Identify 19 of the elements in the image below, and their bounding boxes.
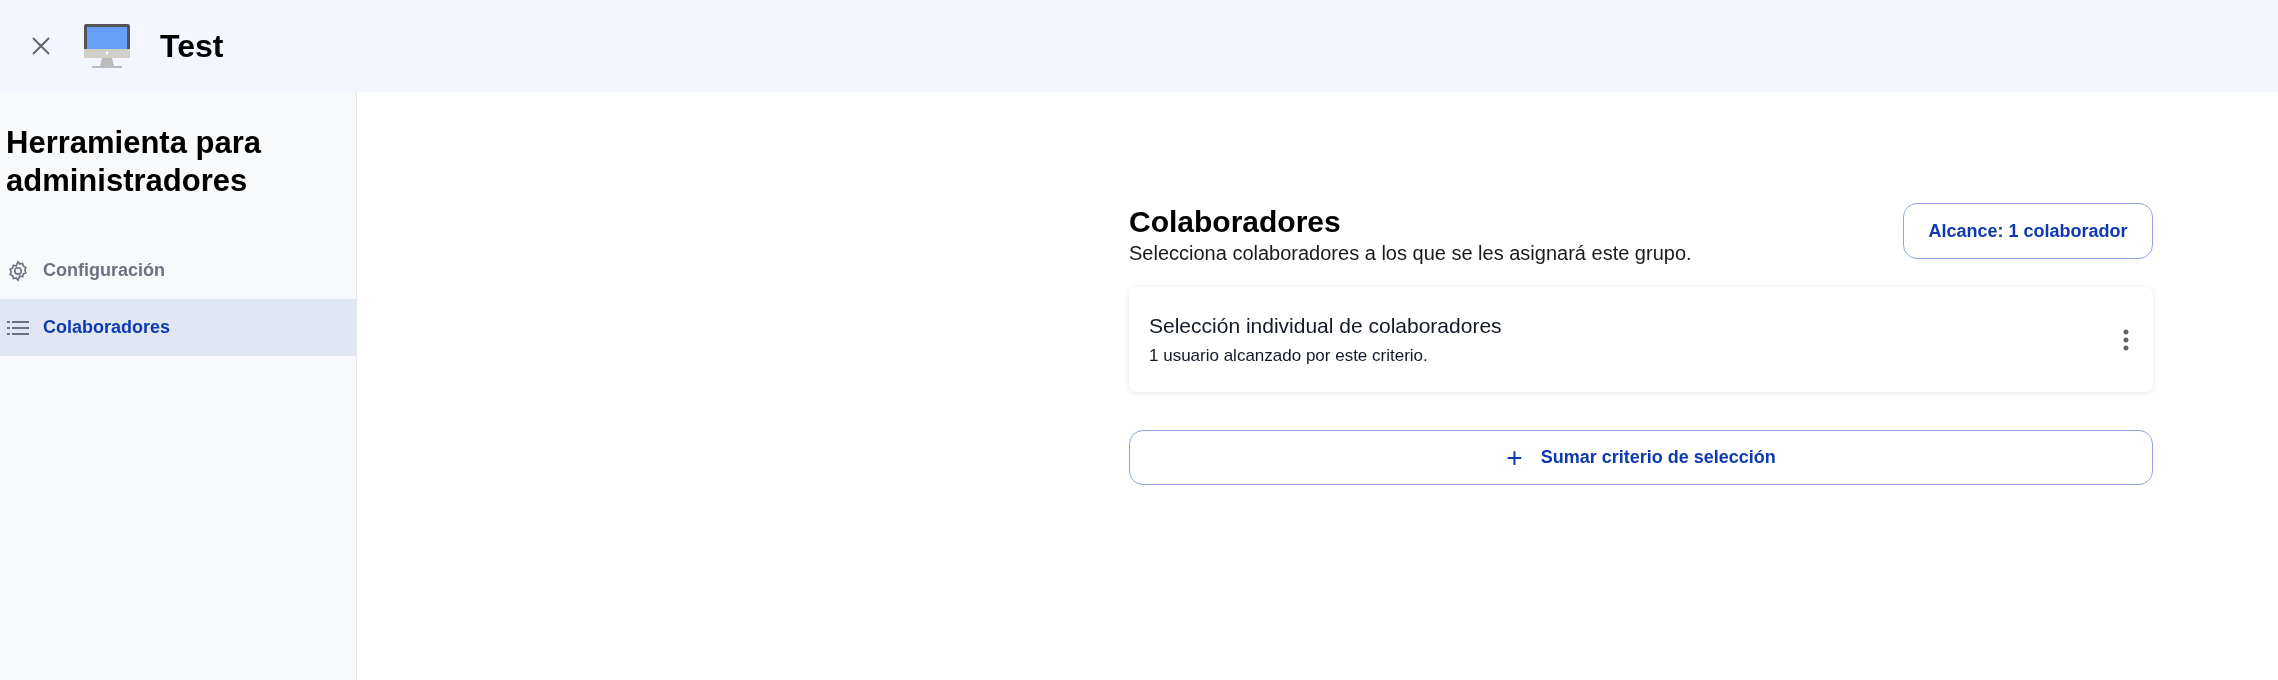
section-title: Colaboradores	[1129, 204, 1342, 240]
criterion-description: 1 usuario alcanzado por este criterio.	[1149, 345, 1429, 366]
criterion-title: Selección individual de colaboradores	[1149, 313, 1502, 338]
sidebar-title: Herramienta para administradores	[6, 124, 263, 200]
sidebar-item-label: Colaboradores	[43, 317, 171, 338]
close-icon	[32, 37, 50, 55]
section-subtitle: Selecciona colaboradores a los que se les asignará este grupo.	[1129, 242, 1692, 265]
page-title: Test	[160, 27, 224, 65]
sidebar-item[interactable]: Colaboradores	[0, 299, 356, 356]
add-criterion-label: Sumar criterio de selección	[1540, 447, 1776, 468]
sidebar-item[interactable]: Configuración	[0, 242, 356, 299]
add-criterion-button[interactable]: + Sumar criterio de selección	[1129, 430, 2153, 485]
scope-button[interactable]: Alcance: 1 colaborador	[1903, 203, 2153, 259]
sidebar-item-label: Configuración	[43, 260, 165, 281]
settings-icon	[7, 259, 29, 282]
list-icon	[7, 319, 29, 336]
computer-icon	[84, 23, 130, 69]
plus-icon: +	[1506, 443, 1523, 472]
more-icon	[2123, 328, 2129, 351]
